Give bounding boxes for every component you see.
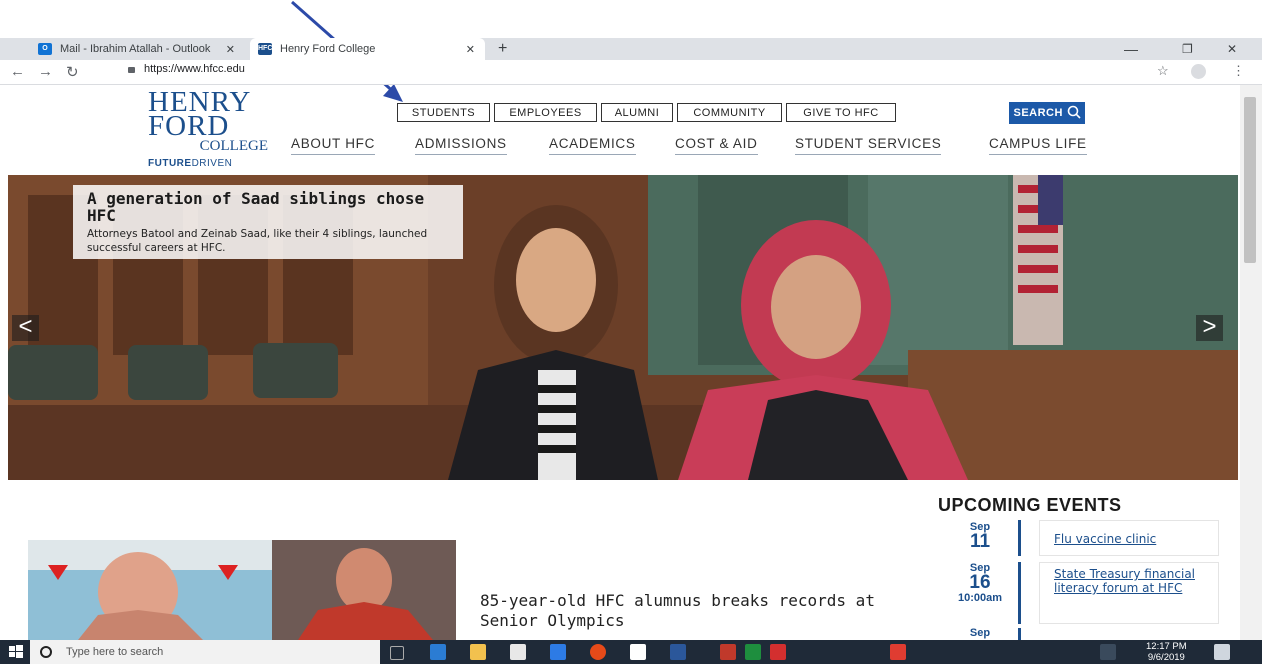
events-title: UPCOMING EVENTS bbox=[938, 495, 1122, 515]
nav-cost-aid[interactable]: COST & AID bbox=[675, 136, 758, 155]
search-button[interactable]: SEARCH bbox=[1009, 102, 1085, 124]
tab-label: Henry Ford College bbox=[280, 43, 376, 55]
search-label: SEARCH bbox=[1013, 107, 1063, 119]
close-tab-icon[interactable]: ✕ bbox=[466, 43, 475, 56]
clock-date: 9/6/2019 bbox=[1147, 652, 1185, 663]
news-headline[interactable]: 85-year-old HFC alumnus breaks records a… bbox=[480, 591, 880, 631]
event-divider bbox=[1018, 562, 1021, 624]
event-date: Sep 16 10:00am bbox=[957, 562, 1003, 604]
taskbar-clock[interactable]: 12:17 PM 9/6/2019 bbox=[1146, 641, 1187, 663]
search-icon bbox=[1067, 105, 1081, 119]
logo-ford: FORD bbox=[148, 110, 230, 142]
chrome-icon[interactable] bbox=[590, 644, 606, 660]
star-icon[interactable]: ☆ bbox=[1157, 63, 1169, 79]
app-icon[interactable] bbox=[745, 644, 761, 660]
event-divider bbox=[1018, 628, 1021, 640]
hfc-icon: HFC bbox=[258, 43, 272, 55]
address-bar[interactable]: https://www.hfcc.edu bbox=[128, 63, 245, 75]
event-divider bbox=[1018, 520, 1021, 556]
lock-icon bbox=[128, 67, 135, 73]
taskbar-search[interactable]: Type here to search bbox=[30, 640, 380, 664]
app-icon[interactable] bbox=[720, 644, 736, 660]
restore-button[interactable]: ❐ bbox=[1182, 38, 1193, 60]
tab-label: Mail - Ibrahim Atallah - Outlook bbox=[60, 43, 211, 55]
nav-about[interactable]: ABOUT HFC bbox=[291, 136, 376, 155]
utility-nav-community[interactable]: COMMUNITY bbox=[677, 103, 782, 122]
hero-caption[interactable]: A generation of Saad siblings chose HFC … bbox=[73, 185, 463, 259]
news-image[interactable] bbox=[28, 540, 456, 640]
nav-academics[interactable]: ACADEMICS bbox=[549, 136, 636, 155]
hero-title[interactable]: A generation of Saad siblings chose HFC bbox=[87, 190, 457, 224]
news-photo bbox=[28, 540, 456, 640]
utility-nav-employees[interactable]: EMPLOYEES bbox=[494, 103, 597, 122]
taskbar-search-placeholder: Type here to search bbox=[66, 646, 164, 658]
scrollbar-thumb[interactable] bbox=[1244, 97, 1256, 263]
windows-taskbar: Type here to search 12:17 PM 9/6/2019 bbox=[0, 640, 1262, 664]
action-center-icon[interactable] bbox=[1214, 644, 1230, 660]
hfc-logo[interactable]: HENRY FORD COLLEGE FUTUREDRIVEN bbox=[148, 88, 278, 170]
tab-outlook[interactable]: O Mail - Ibrahim Atallah - Outlook ✕ bbox=[30, 38, 245, 60]
back-icon[interactable]: ← bbox=[10, 63, 25, 80]
file-explorer-icon[interactable] bbox=[470, 644, 486, 660]
close-window-button[interactable]: ✕ bbox=[1227, 38, 1237, 60]
hero-prev-button[interactable]: < bbox=[12, 315, 39, 341]
mail-icon[interactable] bbox=[630, 644, 646, 660]
minimize-button[interactable]: — bbox=[1124, 38, 1138, 60]
browser-toolbar: ← → ↻ https://www.hfcc.edu ☆ ⋮ bbox=[0, 60, 1262, 85]
store-icon[interactable] bbox=[510, 644, 526, 660]
event-date: Sep 11 bbox=[969, 521, 991, 552]
hero-next-button[interactable]: > bbox=[1196, 315, 1223, 341]
app-icon[interactable] bbox=[890, 644, 906, 660]
word-icon[interactable] bbox=[670, 644, 686, 660]
notification-tray-icon[interactable] bbox=[1100, 644, 1116, 660]
new-tab-button[interactable]: + bbox=[498, 38, 507, 60]
app-icon[interactable] bbox=[770, 644, 786, 660]
event-date: Sep bbox=[969, 627, 991, 639]
menu-icon[interactable]: ⋮ bbox=[1232, 63, 1245, 79]
nav-campus-life[interactable]: CAMPUS LIFE bbox=[989, 136, 1087, 155]
nav-student-services[interactable]: STUDENT SERVICES bbox=[795, 136, 942, 155]
cortana-icon bbox=[40, 646, 52, 658]
utility-nav-students[interactable]: STUDENTS bbox=[397, 103, 490, 122]
url-text: https://www.hfcc.edu bbox=[144, 63, 245, 75]
page-scrollbar[interactable] bbox=[1240, 85, 1262, 640]
reload-icon[interactable]: ↻ bbox=[66, 63, 79, 81]
event-link[interactable]: State Treasury financial literacy forum … bbox=[1039, 562, 1219, 624]
edge-icon[interactable] bbox=[430, 644, 446, 660]
profile-avatar[interactable] bbox=[1191, 64, 1206, 79]
task-view-icon[interactable] bbox=[390, 646, 404, 660]
media-icon[interactable] bbox=[550, 644, 566, 660]
logo-tagline: FUTUREDRIVEN bbox=[148, 158, 233, 169]
close-tab-icon[interactable]: ✕ bbox=[226, 43, 235, 56]
utility-nav-alumni[interactable]: ALUMNI bbox=[601, 103, 673, 122]
windows-start-icon[interactable] bbox=[8, 644, 24, 660]
hero-description: Attorneys Batool and Zeinab Saad, like t… bbox=[87, 228, 428, 254]
browser-tab-bar: O Mail - Ibrahim Atallah - Outlook ✕ HFC… bbox=[0, 38, 1262, 60]
nav-admissions[interactable]: ADMISSIONS bbox=[415, 136, 507, 155]
clock-time: 12:17 PM bbox=[1146, 641, 1187, 652]
outlook-icon: O bbox=[38, 43, 52, 55]
forward-icon[interactable]: → bbox=[38, 63, 53, 80]
tab-hfc[interactable]: HFC Henry Ford College ✕ bbox=[250, 38, 485, 60]
utility-nav-give[interactable]: GIVE TO HFC bbox=[786, 103, 896, 122]
event-link[interactable]: Flu vaccine clinic bbox=[1039, 520, 1219, 556]
